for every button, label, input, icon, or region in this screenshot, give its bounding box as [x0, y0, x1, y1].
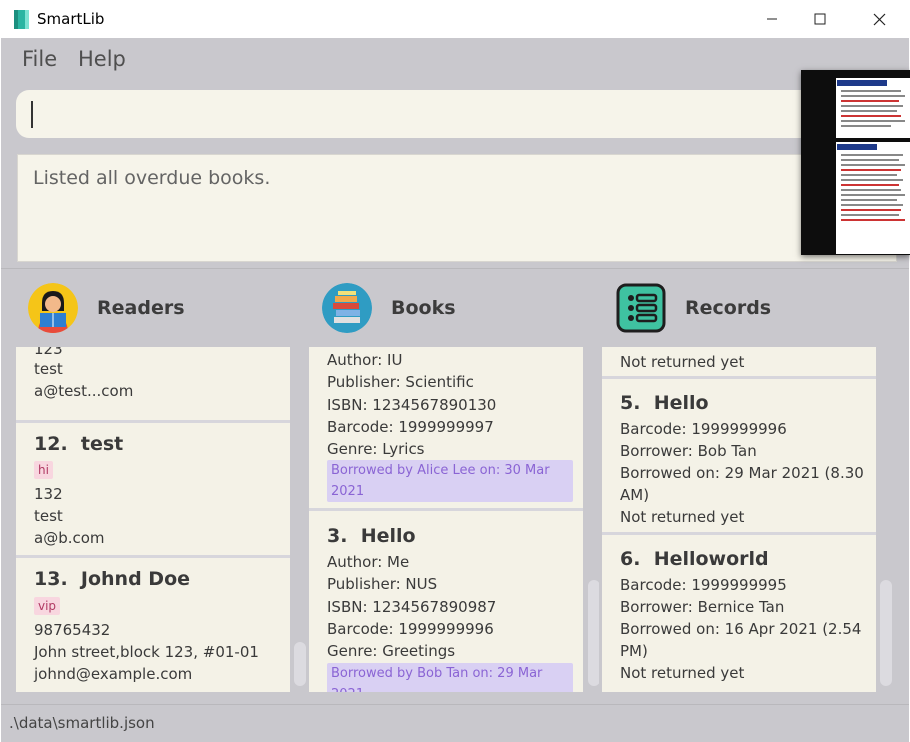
record-status: Not returned yet: [620, 353, 745, 371]
command-input[interactable]: [30, 96, 894, 134]
readers-header: Readers: [28, 283, 288, 335]
menu-help[interactable]: Help: [78, 47, 126, 71]
book-author: Author: Me: [327, 553, 410, 571]
record-list[interactable]: Not returned yet 5. Hello Barcode: 19999…: [602, 347, 896, 692]
title-bar: SmartLib: [0, 0, 910, 38]
record-borrowed-on: Borrowed on: 16 Apr 2021 (2.54: [620, 620, 862, 638]
record-status: Not returned yet: [620, 664, 745, 682]
minimize-button[interactable]: [749, 0, 795, 38]
records-header: Records: [616, 283, 876, 335]
book-list[interactable]: Author: IU Publisher: Scientific ISBN: 1…: [309, 347, 599, 692]
reader-email: a@b.com: [34, 529, 105, 547]
reader-phone: 123: [34, 347, 63, 358]
borrowed-line: Borrowed by Alice Lee on: 30 Mar: [331, 463, 550, 478]
reader-list[interactable]: 123 test a@test...com 12. test hi 132 te…: [16, 347, 306, 692]
preview-thumbnail-image: [801, 70, 910, 255]
reader-index: 12.: [34, 433, 68, 455]
reader-phone: 132: [34, 485, 63, 503]
reader-tag: vip: [34, 597, 61, 615]
reader-name: 12. test: [34, 433, 123, 455]
menu-file[interactable]: File: [22, 47, 57, 71]
result-display[interactable]: Listed all overdue books.: [17, 154, 897, 262]
reader-scrollbar[interactable]: [294, 642, 306, 686]
status-bar: .\data\smartlib.json: [1, 704, 909, 742]
app-body: File Help Listed all overdue books. Read…: [1, 38, 910, 742]
book-publisher: Publisher: Scientific: [327, 373, 474, 391]
reader-name: 13. Johnd Doe: [34, 568, 190, 590]
list-item[interactable]: 5. Hello Barcode: 1999999996 Borrower: B…: [602, 379, 876, 535]
close-button[interactable]: [856, 0, 902, 38]
books-label: Books: [391, 297, 456, 319]
book-genre: Genre: Greetings: [327, 642, 456, 660]
record-borrowed-on-cont: PM): [620, 642, 648, 660]
record-barcode: Barcode: 1999999995: [620, 576, 787, 594]
reader-tag: hi: [34, 461, 53, 479]
maximize-icon: [814, 13, 826, 25]
record-barcode: Barcode: 1999999996: [620, 420, 787, 438]
record-title: 6. Helloworld: [620, 548, 769, 570]
book-borrowed-badge: Borrowed by Bob Tan on: 29 Mar 2021: [327, 663, 573, 692]
reader-address: test: [34, 360, 63, 378]
book-borrowed-badge: Borrowed by Alice Lee on: 30 Mar 2021: [327, 460, 573, 502]
book-isbn: ISBN: 1234567890987: [327, 598, 497, 616]
records-label: Records: [685, 297, 772, 319]
book-barcode: Barcode: 1999999997: [327, 418, 494, 436]
record-index: 6.: [620, 548, 641, 570]
reader-phone: 98765432: [34, 621, 111, 639]
data-file-path: .\data\smartlib.json: [9, 714, 155, 732]
list-item[interactable]: 13. Johnd Doe vip 98765432 John street,b…: [16, 558, 290, 692]
list-item[interactable]: Author: IU Publisher: Scientific ISBN: 1…: [309, 347, 583, 511]
reader-email: a@test...com: [34, 382, 134, 400]
record-index: 5.: [620, 392, 641, 414]
book-isbn: ISBN: 1234567890130: [327, 396, 497, 414]
book-genre: Genre: Lyrics: [327, 440, 425, 458]
result-message: Listed all overdue books.: [33, 167, 271, 189]
list-item[interactable]: 6. Helloworld Barcode: 1999999995 Borrow…: [602, 535, 876, 692]
book-title-text: Hello: [360, 525, 416, 547]
record-borrower: Borrower: Bernice Tan: [620, 598, 785, 616]
command-box: [16, 90, 910, 138]
record-borrowed-on: Borrowed on: 29 Mar 2021 (8.30: [620, 464, 864, 482]
record-borrowed-on-cont: AM): [620, 486, 650, 504]
floating-preview-window[interactable]: [801, 70, 910, 255]
record-borrower: Borrower: Bob Tan: [620, 442, 757, 460]
maximize-button[interactable]: [797, 0, 843, 38]
divider: [1, 268, 909, 269]
reader-index: 13.: [34, 568, 68, 590]
record-title: 5. Hello: [620, 392, 709, 414]
record-title-text: Hello: [653, 392, 709, 414]
list-icon: [616, 283, 666, 333]
reader-address: John street,block 123, #01-01: [34, 643, 259, 661]
close-icon: [873, 13, 885, 25]
list-item[interactable]: Not returned yet: [602, 347, 876, 379]
minimize-icon: [767, 18, 777, 20]
book-author: Author: IU: [327, 351, 403, 369]
books-stack-icon: [322, 283, 372, 333]
list-item[interactable]: 12. test hi 132 test a@b.com: [16, 423, 290, 558]
book-barcode: Barcode: 1999999996: [327, 620, 494, 638]
text-caret: [31, 101, 33, 128]
reader-name-text: Johnd Doe: [80, 568, 191, 590]
record-status: Not returned yet: [620, 508, 745, 526]
borrowed-line: 2021: [331, 484, 365, 499]
book-index: 3.: [327, 525, 348, 547]
book-scrollbar[interactable]: [588, 580, 599, 686]
book-publisher: Publisher: NUS: [327, 575, 438, 593]
reader-avatar-icon: [28, 283, 78, 333]
record-scrollbar[interactable]: [880, 580, 892, 686]
reader-email: johnd@example.com: [34, 665, 193, 683]
reader-name-text: test: [80, 433, 124, 455]
window-title: SmartLib: [37, 10, 105, 28]
reader-address: test: [34, 507, 63, 525]
books-header: Books: [322, 283, 582, 335]
book-icon: [14, 10, 29, 29]
record-title-text: Helloworld: [653, 548, 769, 570]
list-item[interactable]: 123 test a@test...com: [16, 347, 290, 423]
readers-label: Readers: [97, 297, 185, 319]
list-item[interactable]: 3. Hello Author: Me Publisher: NUS ISBN:…: [309, 511, 583, 692]
menu-bar: File Help: [1, 38, 909, 84]
book-title: 3. Hello: [327, 525, 416, 547]
